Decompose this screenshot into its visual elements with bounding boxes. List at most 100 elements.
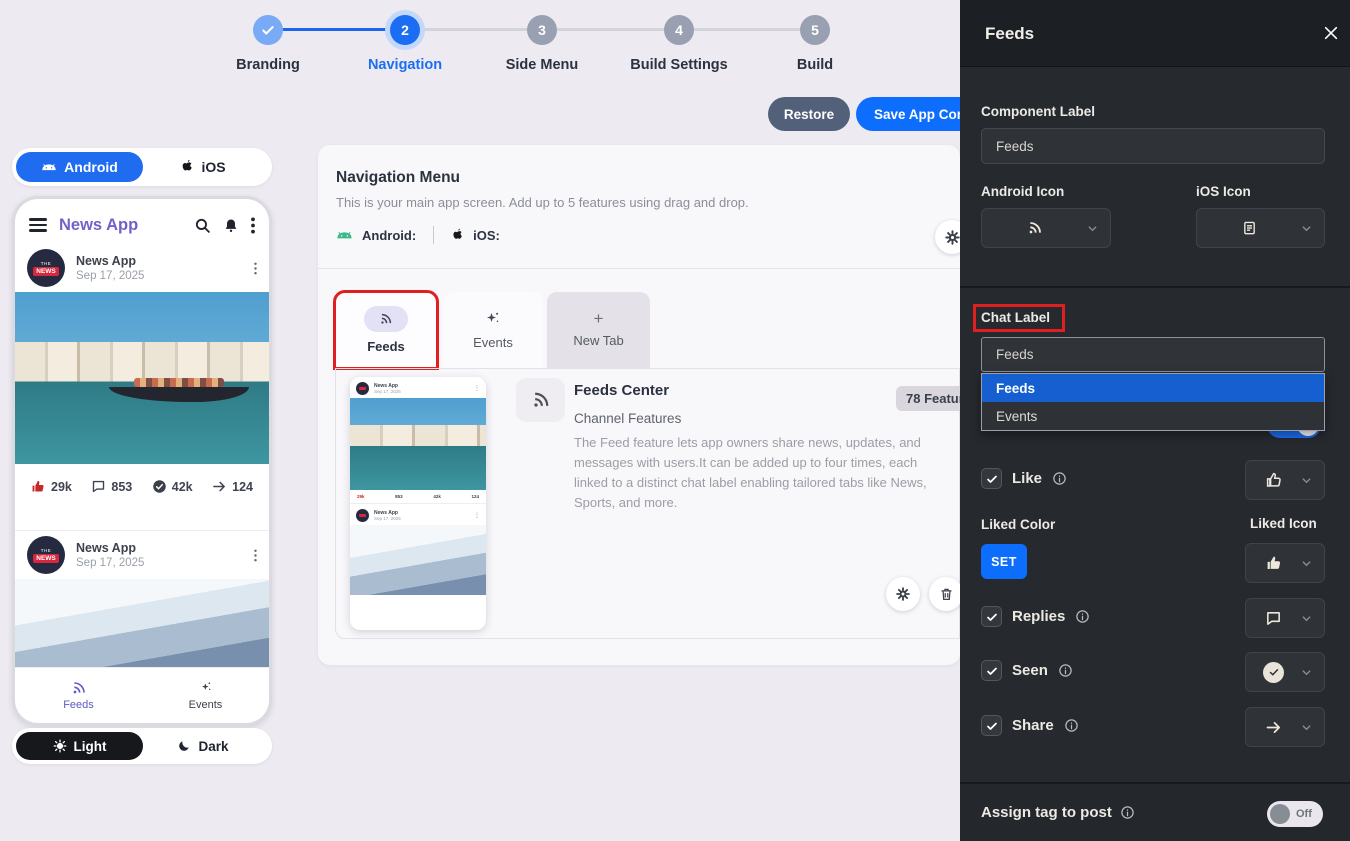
check-circle-icon bbox=[1246, 662, 1301, 683]
ios-toggle-label: iOS bbox=[201, 159, 225, 175]
step-navigation[interactable]: 2 Navigation bbox=[340, 0, 470, 73]
engagement-row: 29k 853 42k 124 bbox=[350, 490, 486, 503]
tab-events[interactable]: Events bbox=[443, 292, 543, 368]
hamburger-menu-icon[interactable] bbox=[29, 218, 47, 232]
option-feeds[interactable]: Feeds bbox=[982, 374, 1324, 402]
step-label: Navigation bbox=[340, 57, 470, 73]
option-events[interactable]: Events bbox=[982, 402, 1324, 430]
info-icon[interactable] bbox=[1058, 663, 1073, 678]
step-branding[interactable]: Branding bbox=[203, 0, 333, 73]
share-count[interactable]: 124 bbox=[212, 479, 253, 494]
set-color-button[interactable]: SET bbox=[981, 544, 1027, 579]
feature-settings-button[interactable] bbox=[886, 577, 920, 611]
close-icon[interactable] bbox=[1323, 25, 1339, 41]
step-label: Side Menu bbox=[477, 57, 607, 73]
seen-count[interactable]: 42k bbox=[152, 479, 193, 494]
post-date: Sep 17, 2025 bbox=[76, 557, 254, 569]
post-image-mountains bbox=[350, 525, 486, 595]
share-checkbox[interactable] bbox=[981, 715, 1002, 736]
component-label-input[interactable]: Feeds bbox=[981, 128, 1325, 164]
feed-post-header: THE NEWS News App Sep 17, 2025 bbox=[15, 244, 269, 292]
replies-row: Replies bbox=[981, 606, 1090, 627]
chevron-down-icon bbox=[1301, 475, 1312, 486]
tab-label: New Tab bbox=[573, 333, 623, 348]
channel-avatar bbox=[356, 509, 369, 522]
like-count[interactable]: 29k bbox=[31, 479, 72, 494]
kebab-menu-icon[interactable] bbox=[254, 262, 257, 275]
step-number: 5 bbox=[800, 15, 830, 45]
info-icon[interactable] bbox=[1075, 609, 1090, 624]
android-toggle-button[interactable]: Android bbox=[16, 152, 143, 182]
platform-row: Android: iOS: bbox=[336, 226, 500, 244]
avatar-text: NEWS bbox=[33, 267, 59, 276]
chat-label-options-list: Feeds Events bbox=[981, 373, 1325, 431]
info-icon[interactable] bbox=[1064, 718, 1079, 733]
apple-icon bbox=[180, 159, 194, 175]
tab-feeds[interactable]: Feeds bbox=[335, 292, 437, 368]
save-app-config-button[interactable]: Save App Con bbox=[856, 97, 976, 131]
chat-label-select[interactable]: Feeds bbox=[981, 337, 1325, 372]
replies-label: Replies bbox=[1012, 608, 1065, 625]
chevron-down-icon bbox=[1301, 558, 1312, 569]
feeds-settings-panel: Feeds Component Label Feeds Android Icon… bbox=[960, 0, 1350, 841]
share-row: Share bbox=[981, 715, 1079, 736]
android-icon bbox=[336, 229, 353, 242]
info-icon[interactable] bbox=[1120, 805, 1135, 820]
toggle-knob bbox=[1270, 804, 1290, 824]
like-checkbox[interactable] bbox=[981, 468, 1002, 489]
navigation-menu-title: Navigation Menu bbox=[336, 169, 460, 187]
sun-icon bbox=[53, 739, 67, 753]
chevron-down-icon bbox=[1301, 223, 1312, 234]
assign-tag-label: Assign tag to post bbox=[981, 804, 1112, 821]
light-theme-button[interactable]: Light bbox=[16, 732, 143, 760]
tab-label: Feeds bbox=[367, 339, 405, 354]
navigation-menu-card: Navigation Menu This is your main app sc… bbox=[318, 145, 960, 665]
kebab-menu-icon[interactable] bbox=[251, 217, 255, 234]
feature-delete-button[interactable] bbox=[929, 577, 963, 611]
rss-icon bbox=[982, 220, 1087, 236]
restore-button[interactable]: Restore bbox=[768, 97, 850, 131]
feature-preview-thumbnail[interactable]: News App Sep 17, 2025 ⋮ 29k 853 42k 124 … bbox=[350, 377, 486, 630]
post-image-mountains bbox=[15, 579, 269, 667]
search-icon[interactable] bbox=[194, 217, 211, 234]
like-icon-dropdown[interactable] bbox=[1245, 460, 1325, 500]
assign-tag-toggle[interactable]: Off bbox=[1267, 801, 1323, 827]
gondola-shape bbox=[109, 387, 249, 402]
ios-toggle-button[interactable]: iOS bbox=[143, 152, 263, 182]
info-icon[interactable] bbox=[1052, 471, 1067, 486]
kebab-menu-icon[interactable] bbox=[254, 549, 257, 562]
android-toggle-label: Android bbox=[64, 159, 118, 175]
bell-icon[interactable] bbox=[223, 217, 239, 234]
share-count-value: 124 bbox=[471, 494, 479, 499]
seen-checkbox[interactable] bbox=[981, 660, 1002, 681]
liked-icon-heading: Liked Icon bbox=[1250, 516, 1317, 531]
toggle-state-label: Off bbox=[1296, 808, 1312, 820]
step-done-check-icon bbox=[253, 15, 283, 45]
share-count-value: 124 bbox=[232, 480, 253, 494]
ios-platform-label: iOS: bbox=[473, 228, 500, 243]
app-builder-screen: Branding 2 Navigation 3 Side Menu 4 Buil… bbox=[0, 0, 1350, 841]
step-number: 4 bbox=[664, 15, 694, 45]
channel-avatar bbox=[356, 382, 369, 395]
thumbs-up-filled-icon bbox=[1246, 554, 1301, 572]
seen-icon-dropdown[interactable] bbox=[1245, 652, 1325, 692]
replies-count[interactable]: 853 bbox=[91, 479, 132, 494]
post-image-venice bbox=[350, 398, 486, 490]
android-icon-dropdown[interactable] bbox=[981, 208, 1111, 248]
moon-icon bbox=[177, 739, 191, 753]
share-icon-dropdown[interactable] bbox=[1245, 707, 1325, 747]
step-build[interactable]: 5 Build bbox=[750, 0, 880, 73]
phone-nav-events[interactable]: Events bbox=[142, 668, 269, 723]
replies-checkbox[interactable] bbox=[981, 606, 1002, 627]
tab-new-tab[interactable]: + New Tab bbox=[547, 292, 650, 368]
liked-icon-dropdown[interactable] bbox=[1245, 543, 1325, 583]
seen-count-value: 42k bbox=[433, 494, 441, 499]
phone-nav-feeds[interactable]: Feeds bbox=[15, 668, 142, 723]
ios-icon-dropdown[interactable] bbox=[1196, 208, 1325, 248]
step-side-menu[interactable]: 3 Side Menu bbox=[477, 0, 607, 73]
dark-theme-button[interactable]: Dark bbox=[143, 732, 263, 760]
replies-icon-dropdown[interactable] bbox=[1245, 598, 1325, 638]
step-build-settings[interactable]: 4 Build Settings bbox=[614, 0, 744, 73]
thumbs-up-icon bbox=[1246, 471, 1301, 489]
share-label: Share bbox=[1012, 717, 1054, 734]
